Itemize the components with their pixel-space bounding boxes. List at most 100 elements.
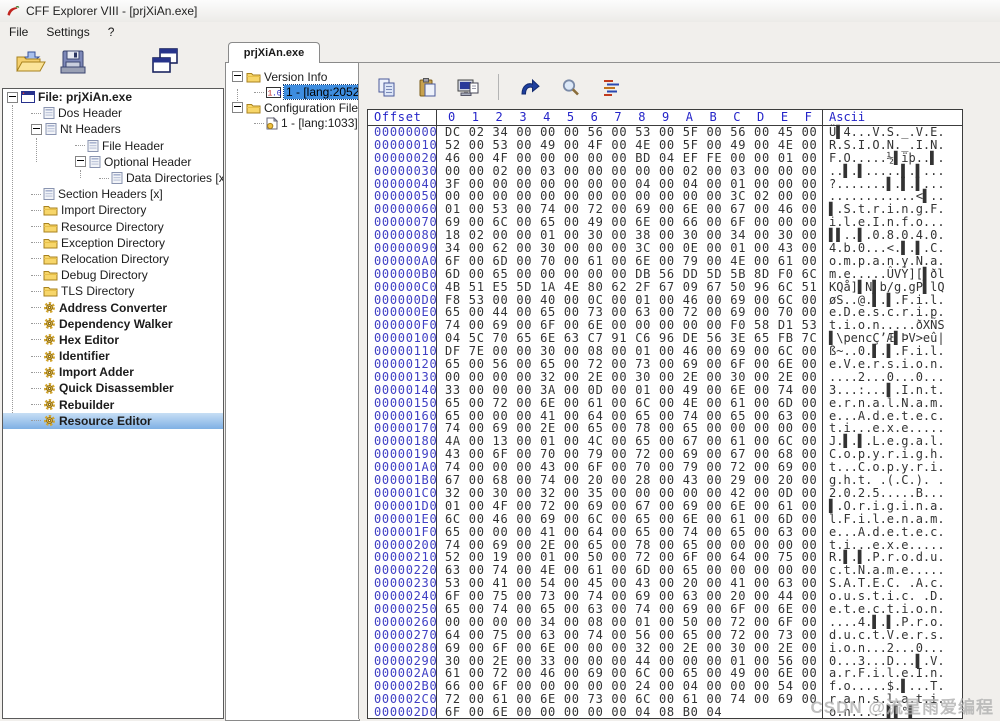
sidebar-item-quick-disassembler[interactable]: Quick Disassembler	[3, 380, 223, 396]
hex-row[interactable]: 0000002046 00 4F 00 00 00 00 00 BD 04 EF…	[368, 152, 962, 165]
tree-line	[31, 291, 41, 292]
hex-row[interactable]: 0000028069 00 6F 00 6E 00 00 00 32 00 2E…	[368, 642, 962, 655]
hex-row[interactable]: 0000012065 00 56 00 65 00 72 00 73 00 69…	[368, 358, 962, 371]
hex-row[interactable]: 00000000DC 02 34 00 00 00 56 00 53 00 5F…	[368, 126, 962, 139]
title-bar: CFF Explorer VIII - [prjXiAn.exe]	[0, 0, 1000, 22]
hex-row[interactable]: 0000013000 00 00 00 32 00 2E 00 30 00 2E…	[368, 371, 962, 384]
sidebar-item-nt-headers[interactable]: Nt Headers	[3, 121, 223, 137]
sidebar-item-resource-directory[interactable]: Resource Directory	[3, 219, 223, 235]
hex-row[interactable]: 000000C04B 51 E5 5D 1A 4E 80 62 2F 67 09…	[368, 281, 962, 294]
sidebar-item-data-directories-x[interactable]: Data Directories [x]	[3, 170, 223, 186]
find-button[interactable]	[557, 74, 583, 100]
hex-row[interactable]: 0000025065 00 74 00 65 00 63 00 74 00 69…	[368, 603, 962, 616]
sidebar-item-file-prjxian-exe[interactable]: File: prjXiAn.exe	[3, 89, 223, 105]
column-divider	[822, 110, 823, 718]
hex-ascii: ..▌.▌.....▌.▌...	[822, 165, 945, 178]
hex-row[interactable]: 0000015065 00 72 00 6E 00 61 00 6C 00 4E…	[368, 397, 962, 410]
hex-bytes: 6F 00 6E 00 00 00 00 00 04 08 B0 04	[436, 706, 822, 719]
resource-item-version-info[interactable]: Version Info	[226, 69, 359, 85]
paste-button[interactable]	[414, 74, 440, 100]
sidebar-item-relocation-directory[interactable]: Relocation Directory	[3, 251, 223, 267]
info-icon	[89, 156, 101, 168]
resource-item-1-lang-2052[interactable]: 1.01 - [lang:2052]	[226, 85, 359, 101]
tree-line	[75, 145, 85, 146]
sidebar-item-dos-header[interactable]: Dos Header	[3, 105, 223, 121]
sidebar-item-section-headers-x[interactable]: Section Headers [x]	[3, 186, 223, 202]
hex-ascii: e.t.e.c.t.i.o.n.	[822, 603, 945, 616]
tree-item-label: File: prjXiAn.exe	[38, 90, 132, 104]
sidebar-item-exception-directory[interactable]: Exception Directory	[3, 235, 223, 251]
hex-ascii: o.m.p.a.n.y.N.a.	[822, 255, 945, 268]
hex-bytes: 65 00 72 00 6E 00 61 00 6C 00 4E 00 61 0…	[436, 397, 822, 410]
tree-item-label: Resource Editor	[59, 414, 152, 428]
hex-row[interactable]: 000000B06D 00 65 00 00 00 00 00 DB 56 DD…	[368, 268, 962, 281]
gear-icon	[43, 333, 56, 346]
svg-text:.0: .0	[272, 89, 281, 98]
hex-row[interactable]: 000001C032 00 30 00 32 00 35 00 00 00 00…	[368, 487, 962, 500]
export-button[interactable]	[455, 74, 481, 100]
hex-row[interactable]: 000001B067 00 68 00 74 00 20 00 28 00 43…	[368, 474, 962, 487]
hex-row[interactable]: 000001E06C 00 46 00 69 00 6C 00 65 00 6E…	[368, 513, 962, 526]
hex-row[interactable]: 000001F065 00 00 00 41 00 64 00 65 00 74…	[368, 526, 962, 539]
collapse-toggle[interactable]	[75, 156, 86, 167]
hex-row[interactable]: 000000A06F 00 6D 00 70 00 61 00 6E 00 79…	[368, 255, 962, 268]
sidebar-item-identifier[interactable]: Identifier	[3, 348, 223, 364]
sidebar-item-debug-directory[interactable]: Debug Directory	[3, 267, 223, 283]
hex-row[interactable]: 0000026000 00 00 00 34 00 08 00 01 00 50…	[368, 616, 962, 629]
copy-button[interactable]	[373, 74, 399, 100]
hex-row[interactable]: 0000003000 00 02 00 03 00 00 00 00 00 02…	[368, 165, 962, 178]
hex-row[interactable]: 0000001052 00 53 00 49 00 4F 00 4E 00 5F…	[368, 139, 962, 152]
save-file-button[interactable]	[56, 46, 90, 78]
menu-file[interactable]: File	[0, 23, 37, 41]
menu-help[interactable]: ?	[99, 23, 124, 41]
menu-settings[interactable]: Settings	[37, 23, 98, 41]
tree-line	[31, 388, 41, 389]
resource-item-1-lang-1033[interactable]: 1 - [lang:1033]	[226, 116, 359, 132]
tree-item-label: Identifier	[59, 349, 110, 363]
tab-prjxian-exe[interactable]: prjXiAn.exe	[228, 42, 320, 63]
open-file-button[interactable]	[12, 46, 48, 78]
tree-item-label: Debug Directory	[61, 268, 148, 282]
hex-row[interactable]: 0000027064 00 75 00 63 00 74 00 56 00 65…	[368, 629, 962, 642]
tree-item-label: Resource Directory	[61, 220, 164, 234]
hex-row[interactable]: 0000009034 00 62 00 30 00 00 00 3C 00 0E…	[368, 242, 962, 255]
tree-line	[31, 404, 41, 405]
hex-offset: 00000140	[368, 384, 436, 397]
sidebar-item-hex-editor[interactable]: Hex Editor	[3, 332, 223, 348]
sidebar-item-file-header[interactable]: File Header	[3, 138, 223, 154]
folder-icon	[43, 269, 58, 281]
folder-icon	[43, 237, 58, 249]
sidebar-item-rebuilder[interactable]: Rebuilder	[3, 397, 223, 413]
file-tree-panel: File: prjXiAn.exeDos HeaderNt HeadersFil…	[2, 88, 224, 719]
sidebar-item-dependency-walker[interactable]: Dependency Walker	[3, 316, 223, 332]
folder-icon	[43, 221, 58, 233]
tree-item-label: Section Headers [x]	[58, 187, 163, 201]
windows-button[interactable]	[146, 44, 184, 80]
collapse-toggle[interactable]	[7, 92, 18, 103]
hex-bytes: 32 00 30 00 32 00 35 00 00 00 00 00 42 0…	[436, 487, 822, 500]
resource-item-configuration-files[interactable]: Configuration Files	[226, 100, 359, 116]
tree-line	[254, 92, 264, 93]
sidebar-item-import-adder[interactable]: Import Adder	[3, 364, 223, 380]
hex-bytes: 6F 00 6D 00 70 00 61 00 6E 00 79 00 4E 0…	[436, 255, 822, 268]
sidebar-item-import-directory[interactable]: Import Directory	[3, 202, 223, 218]
info-icon	[111, 172, 123, 184]
sidebar-item-resource-editor[interactable]: Resource Editor	[3, 413, 223, 429]
sidebar-item-address-converter[interactable]: Address Converter	[3, 299, 223, 315]
hex-ascii: e...A.d.e.t.e.c.	[822, 526, 945, 539]
sidebar-item-optional-header[interactable]: Optional Header	[3, 154, 223, 170]
gear-icon	[43, 301, 56, 314]
tree-line	[31, 226, 41, 227]
hex-bytes: 00 00 02 00 03 00 00 00 00 00 02 00 03 0…	[436, 165, 822, 178]
goto-offset-button[interactable]	[516, 74, 542, 100]
format-button[interactable]	[598, 74, 624, 100]
hex-row[interactable]: 000001D001 00 4F 00 72 00 69 00 67 00 69…	[368, 500, 962, 513]
hex-bytes: 4B 51 E5 5D 1A 4E 80 62 2F 67 09 67 50 9…	[436, 281, 822, 294]
hex-row[interactable]: 0000014033 00 00 00 3A 00 0D 00 01 00 49…	[368, 384, 962, 397]
collapse-toggle[interactable]	[232, 102, 243, 113]
tree-line	[31, 372, 41, 373]
collapse-toggle[interactable]	[31, 124, 42, 135]
sidebar-item-tls-directory[interactable]: TLS Directory	[3, 283, 223, 299]
tree-line	[31, 307, 41, 308]
collapse-toggle[interactable]	[232, 71, 243, 82]
